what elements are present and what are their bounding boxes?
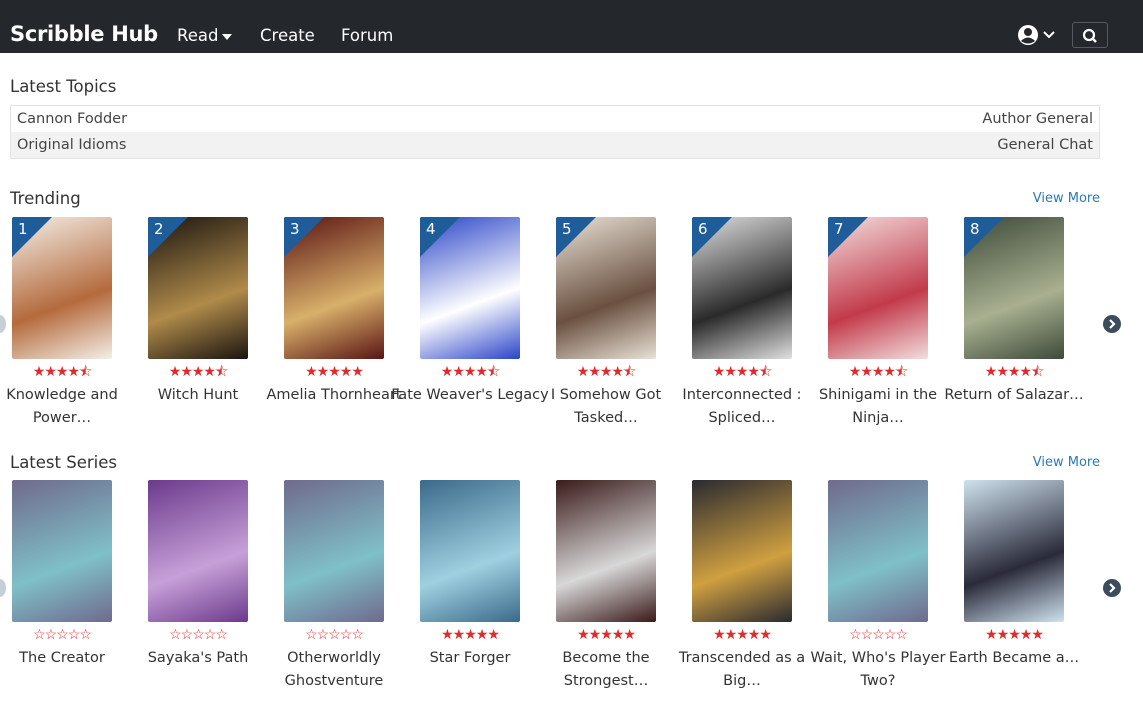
search-icon [1082, 28, 1097, 43]
top-navbar: Scribble Hub Read Create Forum [0, 0, 1143, 53]
cover-image[interactable] [692, 480, 792, 622]
search-button[interactable] [1072, 22, 1108, 48]
rank-number: 6 [698, 220, 708, 238]
cover-image[interactable] [284, 480, 384, 622]
latest-topics-table: Cannon Fodder Author General Original Id… [10, 105, 1100, 159]
series-card[interactable]: 6 ★★★★⯪ Interconnected : Spliced… [682, 217, 802, 437]
series-card[interactable]: 5 ★★★★⯪ I Somehow Got Tasked… [551, 217, 661, 437]
trending-prev-arrow-icon[interactable] [0, 315, 6, 333]
cover-image[interactable] [12, 480, 112, 622]
cover-image[interactable]: 5 [556, 217, 656, 359]
cover-image[interactable]: 1 [12, 217, 112, 359]
latest-series-view-more-link[interactable]: View More [1033, 455, 1100, 470]
trending-carousel: 1 ★★★★⯪ Knowledge and Power… 2 ★★★★⯪ Witch Hu… [6, 217, 1084, 437]
star-rating-icon: ★★★★⯪ [440, 363, 500, 379]
series-card[interactable]: ☆☆☆☆☆ Wait, Who's Player Two? [811, 480, 945, 700]
star-rating-icon: ★★★★★ [441, 626, 500, 642]
nav-forum[interactable]: Forum [341, 26, 393, 45]
trending-next-button[interactable] [1103, 315, 1121, 333]
series-card[interactable]: 3 ★★★★★ Amelia Thornheart [267, 217, 401, 437]
cover-image[interactable]: 6 [692, 217, 792, 359]
star-rating-icon: ★★★★★ [577, 626, 636, 642]
brand-logo[interactable]: Scribble Hub [10, 22, 158, 46]
star-rating-icon: ★★★★⯪ [848, 363, 908, 379]
series-card[interactable]: 4 ★★★★⯪ Fate Weaver's Legacy [391, 217, 549, 437]
latest-series-heading: Latest Series [10, 453, 117, 472]
topic-forum[interactable]: Author General [982, 111, 1093, 127]
latest-prev-arrow-icon[interactable] [0, 579, 6, 597]
cover-image[interactable]: 8 [964, 217, 1064, 359]
star-rating-icon: ★★★★⯪ [984, 363, 1044, 379]
nav-create[interactable]: Create [260, 26, 315, 45]
series-title[interactable]: Earth Became a… [934, 647, 1094, 670]
star-rating-icon: ★★★★⯪ [576, 363, 636, 379]
series-title[interactable]: Return of Salazar… [934, 384, 1094, 407]
cover-image[interactable] [964, 480, 1064, 622]
star-rating-icon: ★★★★⯪ [168, 363, 228, 379]
star-rating-icon: ★★★★⯪ [712, 363, 772, 379]
series-card[interactable]: 1 ★★★★⯪ Knowledge and Power… [6, 217, 118, 437]
latest-next-button[interactable] [1103, 579, 1121, 597]
rank-number: 3 [290, 220, 300, 238]
topic-forum[interactable]: General Chat [997, 137, 1093, 153]
rank-number: 7 [834, 220, 844, 238]
user-circle-icon [1018, 25, 1055, 45]
trending-heading: Trending [10, 189, 81, 208]
series-card[interactable]: 2 ★★★★⯪ Witch Hunt [148, 217, 248, 437]
chevron-right-icon [1109, 583, 1116, 593]
latest-series-carousel: ☆☆☆☆☆ The Creator ☆☆☆☆☆ Sayaka's Path ☆☆☆☆☆ O… [12, 480, 1079, 700]
cover-image[interactable]: 4 [420, 217, 520, 359]
star-rating-icon: ☆☆☆☆☆ [33, 626, 92, 642]
star-rating-icon: ★★★★⯪ [32, 363, 92, 379]
rank-number: 8 [970, 220, 980, 238]
series-card[interactable]: ☆☆☆☆☆ Sayaka's Path [148, 480, 248, 700]
star-rating-icon: ☆☆☆☆☆ [169, 626, 228, 642]
topic-title[interactable]: Cannon Fodder [17, 111, 127, 127]
topic-row[interactable]: Cannon Fodder Author General [11, 106, 1099, 132]
cover-image[interactable] [420, 480, 520, 622]
nav-read[interactable]: Read [177, 26, 233, 45]
cover-image[interactable]: 7 [828, 217, 928, 359]
latest-topics-heading: Latest Topics [10, 77, 117, 96]
series-card[interactable]: ☆☆☆☆☆ Otherworldly Ghostventure [284, 480, 384, 700]
caret-down-icon [222, 33, 233, 40]
series-card[interactable]: 8 ★★★★⯪ Return of Salazar… [944, 217, 1084, 437]
star-rating-icon: ★★★★★ [985, 626, 1044, 642]
user-menu-button[interactable] [1017, 24, 1059, 46]
cover-image[interactable] [148, 480, 248, 622]
star-rating-icon: ☆☆☆☆☆ [305, 626, 364, 642]
star-rating-icon: ☆☆☆☆☆ [849, 626, 908, 642]
nav-read-label: Read [177, 26, 219, 45]
trending-view-more-link[interactable]: View More [1033, 191, 1100, 206]
series-card[interactable]: 7 ★★★★⯪ Shinigami in the Ninja… [819, 217, 937, 437]
cover-image[interactable] [828, 480, 928, 622]
cover-image[interactable]: 3 [284, 217, 384, 359]
rank-number: 5 [562, 220, 572, 238]
cover-image[interactable]: 2 [148, 217, 248, 359]
chevron-right-icon [1109, 319, 1116, 329]
rank-number: 4 [426, 220, 436, 238]
star-rating-icon: ★★★★★ [305, 363, 364, 379]
cover-image[interactable] [556, 480, 656, 622]
series-card[interactable]: ☆☆☆☆☆ The Creator [12, 480, 112, 700]
series-card[interactable]: ★★★★★ Transcended as a Big… [679, 480, 805, 700]
series-card[interactable]: ★★★★★ Earth Became a… [949, 480, 1079, 700]
topic-row[interactable]: Original Idioms General Chat [11, 132, 1099, 158]
rank-number: 1 [18, 220, 28, 238]
series-card[interactable]: ★★★★★ Star Forger [420, 480, 520, 700]
rank-number: 2 [154, 220, 164, 238]
topic-title[interactable]: Original Idioms [17, 137, 126, 153]
series-card[interactable]: ★★★★★ Become the Strongest… [556, 480, 656, 700]
star-rating-icon: ★★★★★ [713, 626, 772, 642]
